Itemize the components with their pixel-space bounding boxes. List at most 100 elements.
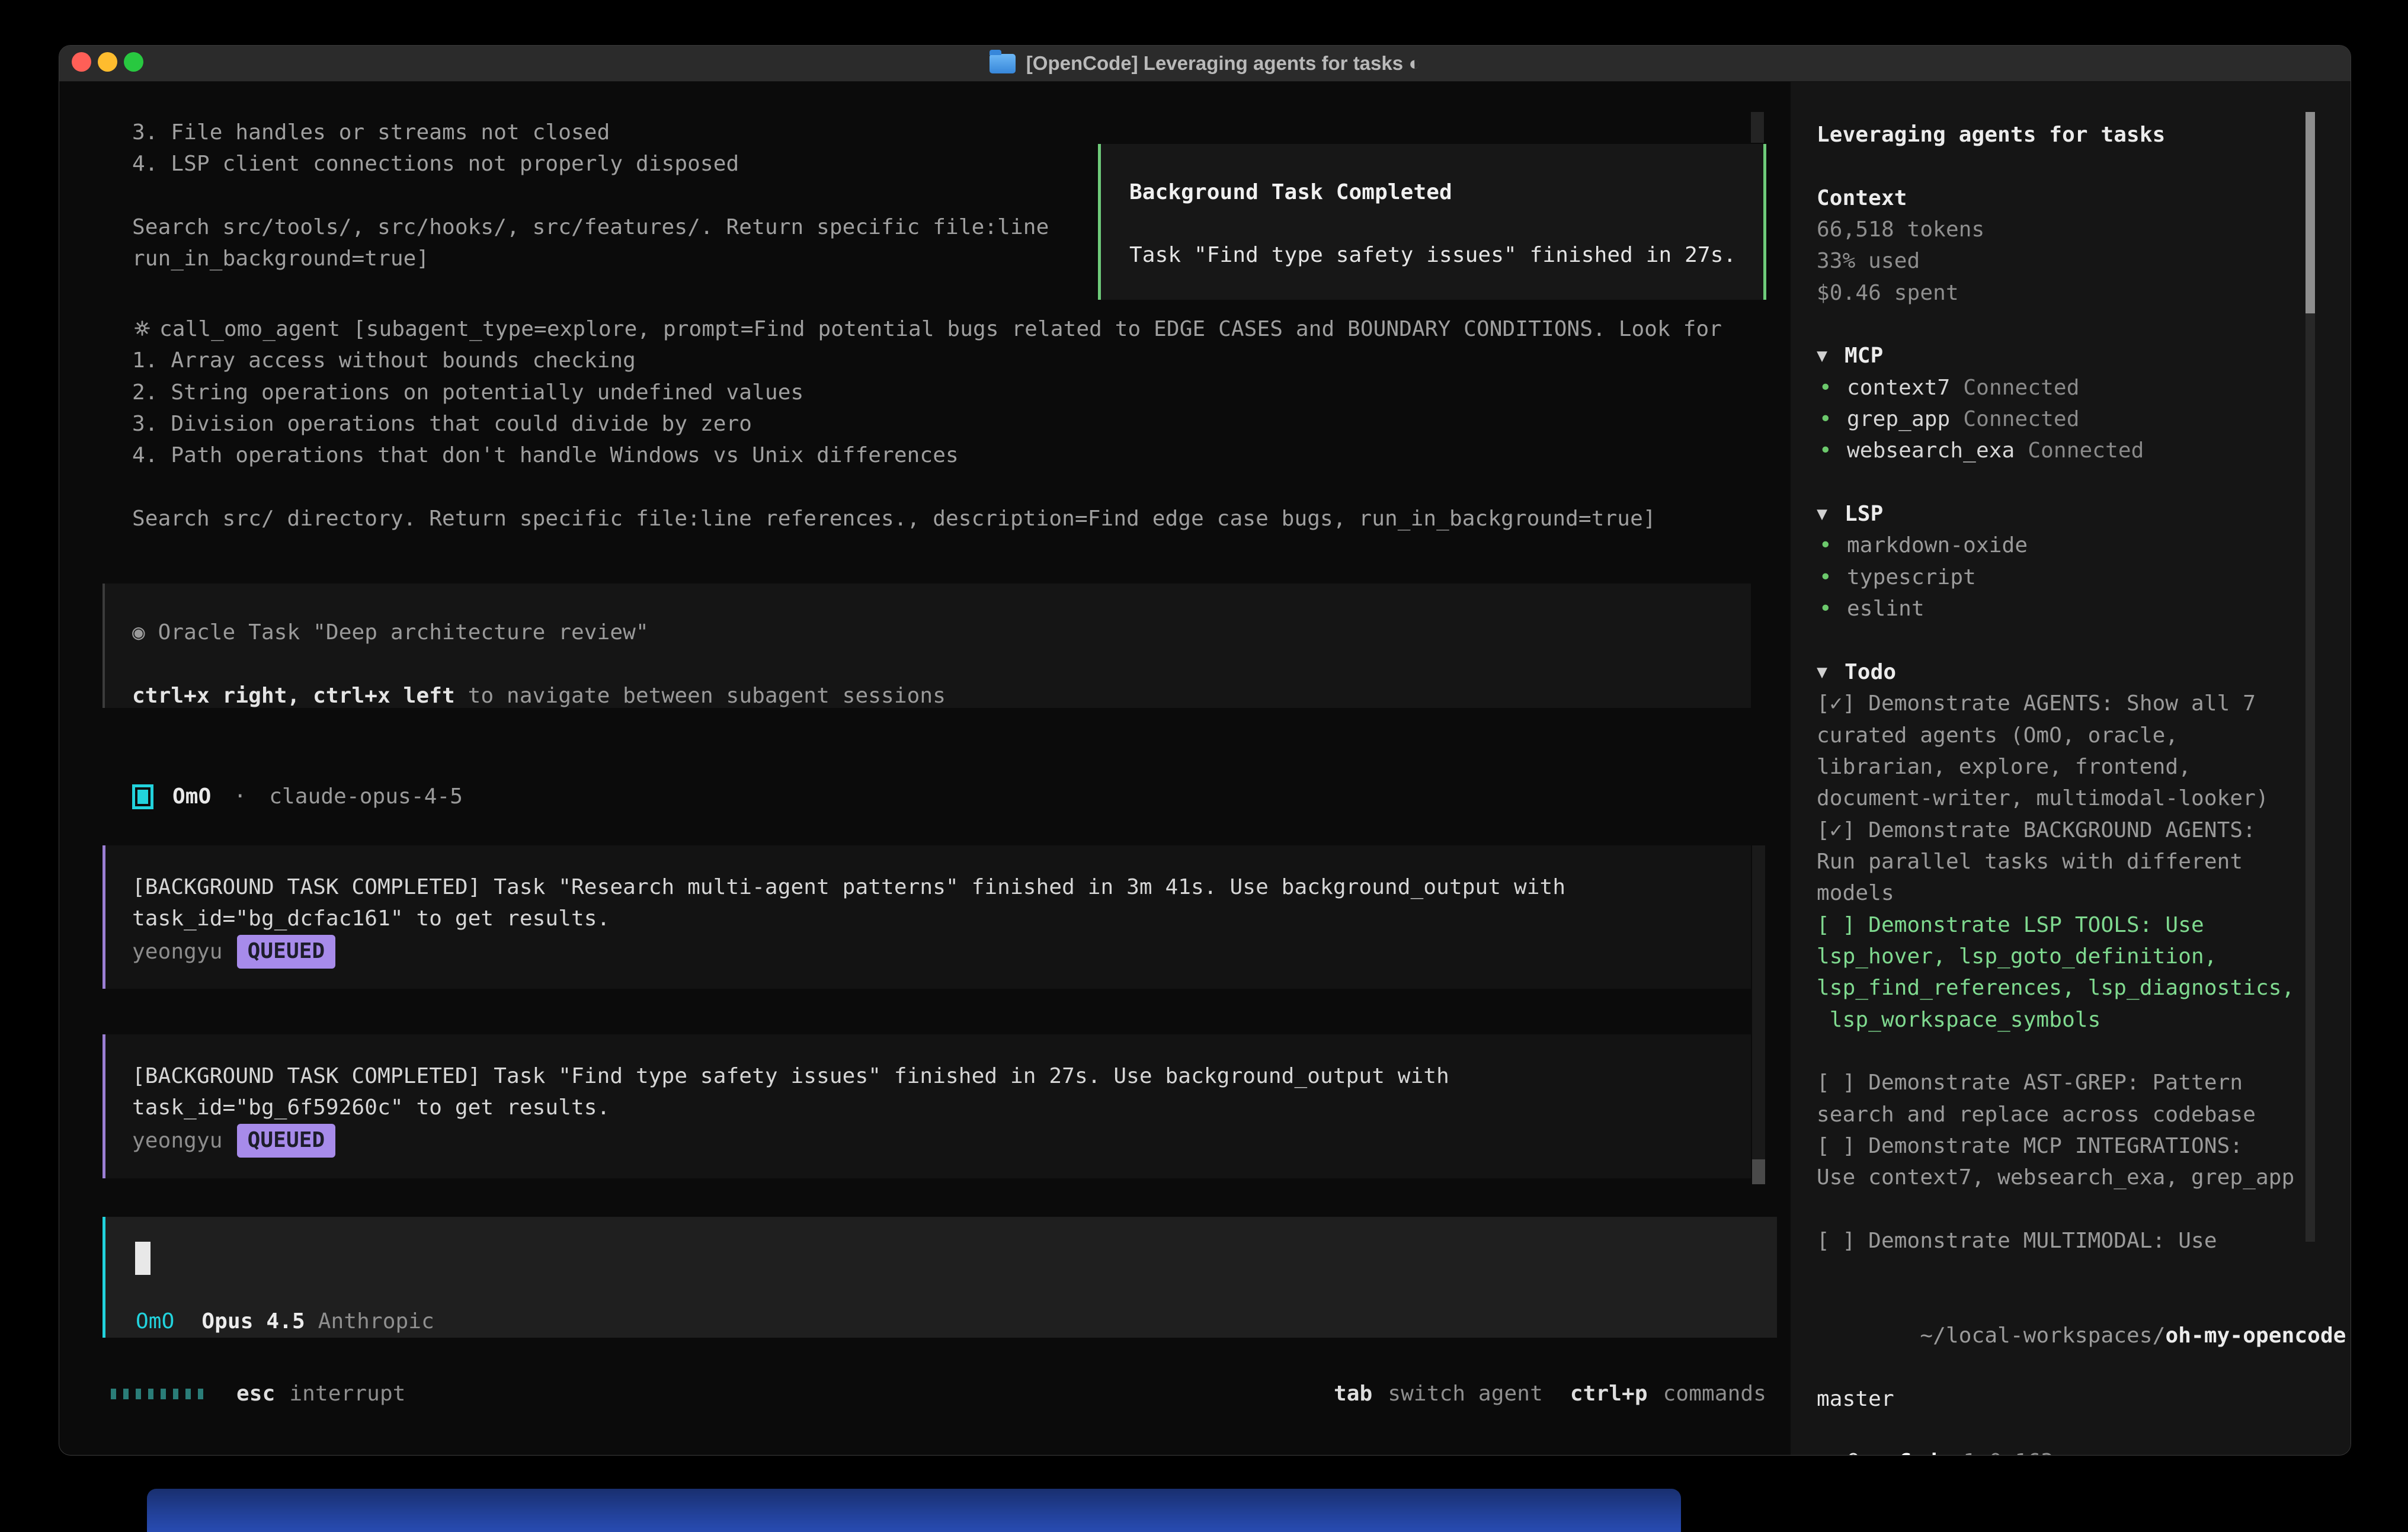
oracle-task-title: ◉ Oracle Task "Deep architecture review" (132, 617, 1751, 648)
context-section: Context 66,518 tokens 33% used $0.46 spe… (1817, 182, 2317, 309)
window-title: [OpenCode] Leveraging agents for tasks ◐ (1026, 52, 1420, 75)
todo-item-pending: [ ] Demonstrate MCP INTEGRATIONS: Use co… (1817, 1130, 2317, 1194)
lsp-name: eslint (1847, 593, 1925, 624)
workspace-path-prefix: ~/local-workspaces/ (1920, 1323, 2165, 1348)
message-text: [BACKGROUND TASK COMPLETED] Task "Find t… (132, 1060, 1727, 1124)
tool-call-block: call_omo_agent [subagent_type=explore, p… (132, 313, 1722, 534)
esc-key-label: interrupt (289, 1378, 405, 1409)
oracle-task-box: ◉ Oracle Task "Deep architecture review"… (103, 584, 1751, 708)
titlebar: [OpenCode] Leveraging agents for tasks ◐ (59, 46, 2351, 82)
separator-dot: · (233, 781, 246, 812)
lsp-item: • typescript (1817, 562, 2317, 593)
todo-item-done: [✓] Demonstrate BACKGROUND AGENTS: Run p… (1817, 815, 2317, 909)
todo-item-active: [ ] Demonstrate LSP TOOLS: Use lsp_hover… (1817, 909, 2317, 1036)
activity-spinner-dots (111, 1389, 203, 1399)
status-dot-icon: • (1817, 435, 1847, 466)
input-agent-name: OmO (136, 1306, 174, 1337)
background-window-strip (147, 1489, 1681, 1532)
queued-badge: QUEUED (237, 935, 336, 969)
mcp-item: • grep_app Connected (1817, 403, 2317, 435)
lsp-name: typescript (1847, 562, 1976, 593)
lsp-item: • markdown-oxide (1817, 530, 2317, 561)
mcp-section: ▼ MCP • context7 Connected • grep_app Co… (1817, 340, 2317, 466)
agent-name: OmO (172, 781, 211, 812)
status-dot-icon: • (1817, 372, 1847, 403)
message-scrollbar-thumb[interactable] (1752, 1159, 1765, 1184)
statusbar-right: tab switch agent ctrl+p commands (1334, 1378, 1766, 1410)
todo-item-pending: [ ] Demonstrate MULTIMODAL: Use (1817, 1225, 2317, 1257)
lsp-name: markdown-oxide (1847, 530, 2028, 561)
message-scrollbar-track[interactable] (1752, 845, 1765, 1184)
context-spent: $0.46 spent (1817, 277, 2317, 309)
lsp-section: ▼ LSP • markdown-oxide • typescript • es… (1817, 498, 2317, 624)
ctrlp-key-hint: ctrl+p (1570, 1378, 1648, 1409)
oracle-navigation-hint: ctrl+x right, ctrl+x left to navigate be… (132, 680, 1751, 711)
mcp-name: grep_app (1847, 403, 1950, 435)
background-task-message: [BACKGROUND TASK COMPLETED] Task "Resear… (103, 845, 1751, 989)
context-used: 33% used (1817, 245, 2317, 277)
mcp-status: Connected (1963, 372, 2079, 403)
main-scrollbar-thumb-top[interactable] (1751, 112, 1764, 143)
mcp-name: websearch_exa (1847, 435, 2015, 466)
todo-section-header[interactable]: ▼ Todo (1817, 656, 2317, 688)
background-task-notification: Background Task Completed Task "Find typ… (1098, 144, 1766, 300)
status-dot-icon: • (1817, 403, 1847, 435)
mcp-status: Connected (2028, 435, 2144, 466)
mcp-item: • websearch_exa Connected (1817, 435, 2317, 466)
opencode-terminal-window: [OpenCode] Leveraging agents for tasks ◐… (59, 45, 2351, 1456)
mcp-heading: MCP (1845, 340, 1883, 371)
context-tokens: 66,518 tokens (1817, 214, 2317, 245)
mcp-section-header[interactable]: ▼ MCP (1817, 340, 2317, 371)
lsp-item: • eslint (1817, 593, 2317, 624)
minimize-button[interactable] (98, 52, 117, 72)
mcp-item: • context7 Connected (1817, 372, 2317, 403)
tab-key-hint: tab (1334, 1378, 1372, 1409)
app-name-bold: Code (1898, 1446, 1950, 1456)
sidebar-scrollbar-thumb[interactable] (2305, 112, 2315, 313)
scrollback-text: 3. File handles or streams not closed 4.… (132, 117, 1049, 275)
workspace-info: ~/local-workspaces/oh-my-opencode: maste… (1817, 1289, 2317, 1415)
close-button[interactable] (72, 52, 91, 72)
status-dot-icon: • (1817, 530, 1847, 561)
version-row: • OpenCode 1.0.163 (1817, 1446, 2317, 1456)
background-task-message: [BACKGROUND TASK COMPLETED] Task "Find t… (103, 1034, 1751, 1178)
statusbar-left: esc interrupt (111, 1378, 406, 1410)
mcp-status: Connected (1963, 403, 2079, 435)
mcp-name: context7 (1847, 372, 1950, 403)
todo-item-pending: [ ] Demonstrate AST-GREP: Pattern search… (1817, 1067, 2317, 1130)
agent-header: OmO · claude-opus-4-5 (132, 780, 463, 813)
status-dot-icon: • (1817, 593, 1847, 624)
traffic-lights (72, 52, 143, 72)
lsp-heading: LSP (1845, 498, 1883, 530)
status-dot-icon: • (1817, 562, 1847, 593)
message-author: yeongyu (132, 1125, 223, 1156)
zoom-button[interactable] (124, 52, 143, 72)
esc-key-hint: esc (236, 1378, 275, 1409)
app-name-light: Open (1847, 1446, 1898, 1456)
message-text: [BACKGROUND TASK COMPLETED] Task "Resear… (132, 871, 1727, 935)
prompt-input[interactable]: OmO Opus 4.5 Anthropic (103, 1217, 1777, 1338)
ctrlp-key-label: commands (1663, 1378, 1766, 1409)
todo-item-done: [✓] Demonstrate AGENTS: Show all 7 curat… (1817, 688, 2317, 814)
sidebar: Leveraging agents for tasks Context 66,5… (1817, 119, 2317, 1456)
hint-keys: ctrl+x right, ctrl+x left (132, 684, 455, 708)
input-provider-name: Anthropic (318, 1306, 434, 1337)
input-model-name: Opus 4.5 (201, 1306, 305, 1337)
notification-title: Background Task Completed (1129, 177, 1763, 208)
chevron-down-icon: ▼ (1817, 498, 1845, 530)
hint-text: to navigate between subagent sessions (455, 684, 946, 708)
folder-icon (990, 54, 1016, 73)
queued-badge: QUEUED (237, 1124, 336, 1158)
todo-heading: Todo (1845, 656, 1896, 688)
workspace-branch: master (1817, 1383, 2317, 1415)
text-cursor (135, 1242, 150, 1275)
lsp-section-header[interactable]: ▼ LSP (1817, 498, 2317, 530)
agent-model: claude-opus-4-5 (269, 781, 463, 812)
workspace-repo: oh-my-opencode: (2165, 1323, 2351, 1348)
app-version: 1.0.163 (1963, 1446, 2054, 1456)
agent-omo-icon (132, 784, 153, 809)
session-title: Leveraging agents for tasks (1817, 119, 2317, 150)
notification-body: Task "Find type safety issues" finished … (1129, 239, 1763, 271)
chevron-down-icon: ▼ (1817, 340, 1845, 371)
tab-key-label: switch agent (1388, 1378, 1543, 1409)
